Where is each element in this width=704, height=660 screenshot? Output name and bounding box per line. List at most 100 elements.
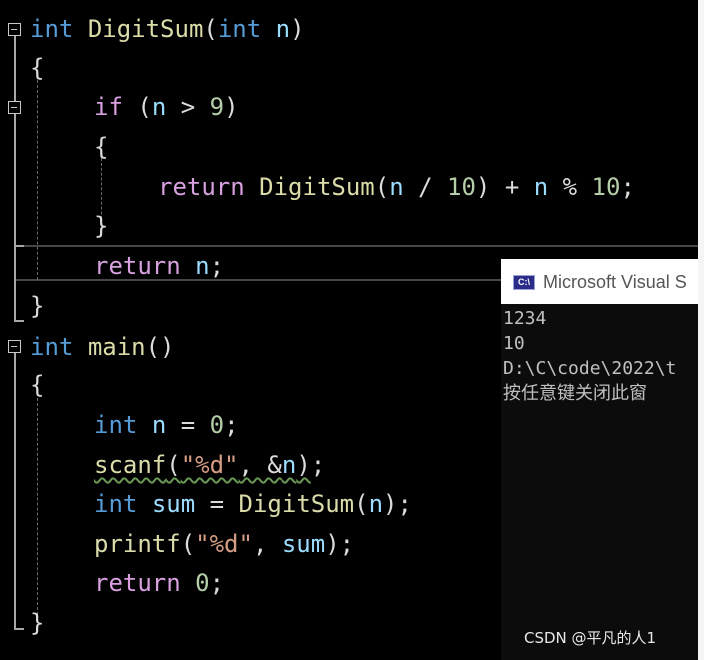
code-token: printf [94,530,181,558]
code-token: sum [151,490,196,518]
code-token: return [158,173,245,201]
code-token: if [94,93,123,121]
code-line[interactable]: if (n > 9) [94,89,239,125]
console-output-line: 10 [503,333,525,354]
code-token: ; [620,173,635,201]
code-token: n [195,252,210,280]
page-edge [698,0,704,660]
code-token: 10 [447,173,476,201]
code-token: n [281,451,297,479]
code-token: , & [238,451,282,479]
code-token: } [30,609,45,637]
indent-guide [37,398,38,620]
code-token: DigitSum [259,173,375,201]
code-token: () [145,333,175,361]
code-token: int [217,15,262,43]
outline-bar-if [14,245,16,265]
code-line[interactable]: int n = 0; [94,407,239,443]
code-token: / [403,173,448,201]
code-token: n [275,15,291,43]
console-titlebar[interactable]: C:\ Microsoft Visual S [501,259,698,304]
code-token: 9 [209,93,225,121]
code-token: n [151,411,167,439]
code-line[interactable]: scanf("%d", &n); [94,447,325,483]
code-line[interactable]: { [30,50,44,86]
code-token: n [368,490,384,518]
console-title: Microsoft Visual S [543,272,687,292]
code-token: 0 [209,411,225,439]
code-token: ( [122,93,152,121]
code-line[interactable]: int DigitSum(int n) [30,11,305,47]
outline-end-main [14,628,24,630]
code-token: > [166,93,210,121]
code-token: ( [374,173,390,201]
code-line[interactable]: return n; [94,248,224,284]
code-token: DigitSum [238,490,355,518]
code-token: = [166,411,210,439]
console-window[interactable]: C:\ Microsoft Visual S 1234 10 D:\C\code… [501,259,698,660]
collapse-function-main-icon[interactable] [8,340,21,353]
code-token: n [389,173,404,201]
code-line[interactable]: } [30,605,44,641]
code-token: n [533,173,549,201]
code-line[interactable]: int sum = DigitSum(n); [94,486,412,522]
code-token: ) [224,93,239,121]
code-token: "%d" [195,530,253,558]
code-token: ) [290,15,305,43]
code-token: 10 [591,173,621,201]
outline-end-if [14,245,24,247]
code-token: { [94,133,109,161]
code-token: } [94,212,109,240]
indent-guide [37,80,38,280]
code-token: return [94,569,181,597]
code-token: int [94,411,138,439]
code-line[interactable]: printf("%d", sum); [94,526,354,562]
code-token: main [87,333,146,361]
code-token: 0 [195,569,210,597]
console-output-line: 1234 [503,308,547,329]
code-token: ( [166,451,181,479]
code-token: ) [296,451,311,479]
code-token: } [30,292,45,320]
code-line[interactable]: return DigitSum(n / 10) + n % 10; [158,169,635,205]
code-token: { [30,371,45,399]
outline-bar-main [14,353,16,630]
code-token: ( [354,490,369,518]
code-token: ); [383,490,412,518]
code-line[interactable]: } [94,208,108,244]
code-token: "%d" [180,451,239,479]
code-token: ; [224,411,239,439]
code-token: n [151,93,167,121]
code-line[interactable]: return 0; [94,565,224,601]
code-editor[interactable]: int DigitSum(int n) { if (n > 9) { retur… [0,0,698,660]
code-token: int [30,15,74,43]
code-line[interactable]: { [30,367,44,403]
outline-bar-digitsum [14,36,16,320]
code-token: scanf [94,451,167,479]
collapse-if-block-icon[interactable] [8,101,21,114]
code-token: ); [325,530,355,558]
collapse-function-digitsum-icon[interactable] [8,23,21,36]
code-line[interactable]: int main() [30,329,175,365]
code-token: % [548,173,592,201]
code-token: ( [180,530,196,558]
outline-end-digitsum [14,320,24,322]
code-token: DigitSum [87,15,204,43]
code-line[interactable]: { [94,129,108,165]
code-token: ; [310,451,326,479]
code-token: = [195,490,239,518]
code-token: { [30,54,45,82]
code-token: ; [209,252,225,280]
watermark: CSDN @平凡的人1 [524,629,657,647]
code-token: , [252,530,282,558]
code-line[interactable]: } [30,288,44,324]
code-token: int [30,333,74,361]
console-output-line: 按任意键关闭此窗 [503,383,647,404]
